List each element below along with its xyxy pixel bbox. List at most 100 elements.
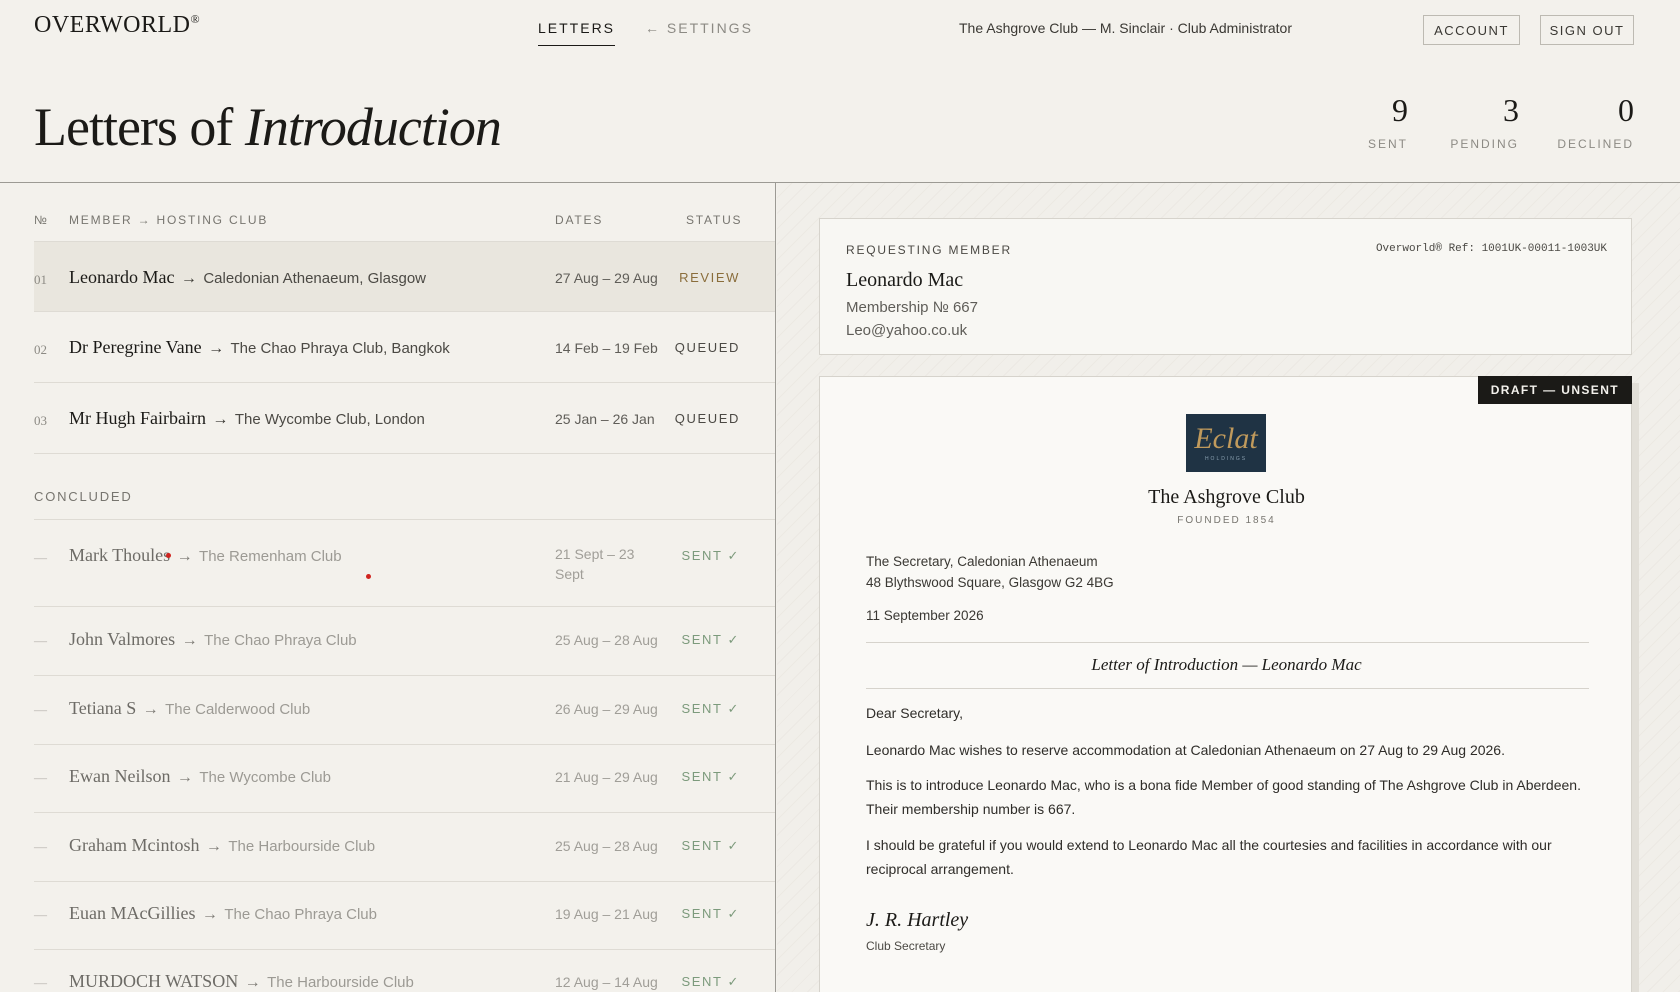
- letter-preview-panel: REQUESTING MEMBER Overworld® Ref: 1001UK…: [777, 183, 1680, 992]
- status-badge: SENT ✓: [681, 906, 740, 921]
- main-nav: LETTERS ← SETTINGS: [538, 20, 753, 46]
- letter-date: 11 September 2026: [866, 608, 984, 623]
- stat-pending-label: PENDING: [1450, 137, 1519, 151]
- draft-badge: DRAFT — UNSENT: [1477, 376, 1632, 404]
- list-item-concluded-5[interactable]: — Graham Mcintosh → The Harbourside Club…: [34, 813, 775, 882]
- letter-paragraph-2: This is to introduce Leonardo Mac, who i…: [866, 777, 1581, 817]
- stat-declined-label: DECLINED: [1557, 137, 1634, 151]
- concluded-heading: CONCLUDED: [34, 489, 133, 504]
- row-number: —: [34, 839, 47, 854]
- row-member: Mark Thoules → The Remenham Club: [69, 545, 342, 566]
- list-item-concluded-3[interactable]: — Tetiana S → The Calderwood Club 26 Aug…: [34, 676, 775, 745]
- letter-salutation: Dear Secretary,: [866, 705, 963, 721]
- stat-sent-label: SENT: [1367, 137, 1408, 151]
- status-badge: SENT ✓: [681, 701, 740, 716]
- stat-declined-value: 0: [1618, 92, 1634, 128]
- hosting-club: The Harbourside Club: [228, 838, 376, 855]
- hosting-club: The Chao Phraya Club: [204, 632, 357, 649]
- list-item-pending-2[interactable]: 02 Dr Peregrine Vane → The Chao Phraya C…: [34, 312, 775, 383]
- row-member: Leonardo Mac → Caledonian Athenaeum, Gla…: [69, 267, 426, 288]
- status-badge: SENT ✓: [681, 632, 740, 647]
- member-name: John Valmores: [69, 629, 176, 649]
- status-badge: SENT ✓: [681, 838, 740, 853]
- row-member: Tetiana S → The Calderwood Club: [69, 698, 310, 719]
- member-name: MURDOCH WATSON: [69, 971, 239, 991]
- letterhead-club-name: The Ashgrove Club: [1148, 486, 1305, 508]
- recipient-address: The Secretary, Caledonian Athenaeum 48 B…: [866, 551, 1114, 593]
- sign-out-button[interactable]: SIGN OUT: [1540, 15, 1634, 45]
- row-dates: 21 Aug – 29 Aug: [555, 769, 658, 785]
- signature-title: Club Secretary: [866, 939, 946, 953]
- row-member: Mr Hugh Fairbairn → The Wycombe Club, Lo…: [69, 408, 425, 429]
- member-email[interactable]: Leo@yahoo.co.uk: [846, 322, 967, 339]
- reference-code: Overworld® Ref: 1001UK-00011-1003UK: [1375, 243, 1607, 255]
- col-header-no: №: [34, 213, 49, 227]
- arrow-icon: →: [240, 974, 266, 991]
- signature: J. R. Hartley: [866, 909, 969, 931]
- stat-pending-value: 3: [1503, 92, 1519, 128]
- arrow-icon: →: [172, 769, 198, 786]
- row-number: 02: [34, 342, 47, 357]
- row-member: Graham Mcintosh → The Harbourside Club: [69, 835, 375, 856]
- member-name: Ewan Neilson: [69, 766, 171, 786]
- brand-logo[interactable]: OVERWORLD®: [34, 12, 200, 39]
- hosting-club: The Harbourside Club: [267, 974, 414, 991]
- list-item-pending-1[interactable]: 01 Leonardo Mac → Caledonian Athenaeum, …: [34, 241, 775, 312]
- cursor-dot: [166, 553, 171, 558]
- letter-document: DRAFT — UNSENT Eclat HOLDINGS The Ashgro…: [819, 376, 1632, 992]
- row-dates: 21 Sept – 23 Sept: [555, 546, 635, 582]
- col-header-status: STATUS: [686, 213, 743, 227]
- arrow-icon: →: [138, 701, 164, 718]
- list-item-concluded-4[interactable]: — Ewan Neilson → The Wycombe Club 21 Aug…: [34, 745, 775, 813]
- stat-declined: 0 DECLINED: [1557, 92, 1634, 151]
- arrow-icon: →: [197, 906, 223, 923]
- member-name: Graham Mcintosh: [69, 835, 200, 855]
- address-line-2: 48 Blythswood Square, Glasgow G2 4BG: [866, 575, 1114, 590]
- arrow-icon: →: [172, 548, 198, 565]
- account-button[interactable]: ACCOUNT: [1423, 15, 1520, 45]
- brand-name: OVERWORLD: [34, 12, 191, 38]
- stat-pending: 3 PENDING: [1450, 92, 1519, 151]
- member-card-label: REQUESTING MEMBER: [846, 243, 1012, 257]
- title-italic: Introduction: [244, 97, 502, 157]
- nav-settings[interactable]: ← SETTINGS: [645, 20, 753, 46]
- row-dates: 26 Aug – 29 Aug: [555, 701, 658, 717]
- cursor-dot: [366, 574, 371, 579]
- list-item-concluded-6[interactable]: — Euan MAcGillies → The Chao Phraya Club…: [34, 882, 775, 950]
- row-member: Euan MAcGillies → The Chao Phraya Club: [69, 903, 377, 924]
- list-item-concluded-2[interactable]: — John Valmores → The Chao Phraya Club 2…: [34, 607, 775, 676]
- list-item-pending-3[interactable]: 03 Mr Hugh Fairbairn → The Wycombe Club,…: [34, 383, 775, 454]
- stat-sent-value: 9: [1392, 92, 1408, 128]
- hosting-club: The Calderwood Club: [165, 701, 311, 718]
- arrow-icon: →: [207, 411, 233, 428]
- nav-letters[interactable]: LETTERS: [538, 20, 616, 46]
- letter-subject: Letter of Introduction — Leonardo Mac: [1091, 655, 1362, 674]
- row-dates: 25 Aug – 28 Aug: [555, 632, 658, 648]
- status-badge: SENT ✓: [681, 769, 740, 784]
- row-number: —: [34, 975, 47, 990]
- row-member: Dr Peregrine Vane → The Chao Phraya Club…: [69, 337, 450, 358]
- row-member: John Valmores → The Chao Phraya Club: [69, 629, 357, 650]
- row-number: —: [34, 907, 47, 922]
- address-line-1: The Secretary, Caledonian Athenaeum: [866, 554, 1098, 569]
- member-name: Leonardo Mac: [69, 267, 175, 287]
- letterhead-founded: FOUNDED 1854: [1177, 515, 1276, 526]
- list-item-concluded-1[interactable]: — Mark Thoules → The Remenham Club 21 Se…: [34, 520, 775, 607]
- status-badge: QUEUED: [674, 411, 740, 426]
- status-badge: QUEUED: [674, 340, 740, 355]
- hosting-club: The Wycombe Club, London: [234, 411, 425, 428]
- member-name: Dr Peregrine Vane: [69, 337, 202, 357]
- row-dates: 25 Aug – 28 Aug: [555, 838, 658, 854]
- requesting-member-card: REQUESTING MEMBER Overworld® Ref: 1001UK…: [819, 218, 1632, 355]
- arrow-icon: →: [201, 838, 227, 855]
- crest-script: Eclat: [1194, 422, 1258, 455]
- list-item-concluded-7[interactable]: — MURDOCH WATSON → The Harbourside Club …: [34, 950, 775, 992]
- hosting-club: The Wycombe Club: [199, 769, 331, 786]
- member-name: Mark Thoules: [69, 545, 171, 565]
- col-header-dates: DATES: [555, 213, 604, 227]
- row-dates: 19 Aug – 21 Aug: [555, 906, 658, 922]
- divider: [866, 688, 1589, 689]
- arrow-icon: →: [176, 270, 202, 287]
- divider: [866, 642, 1589, 643]
- letters-list: № MEMBER → HOSTING CLUB DATES STATUS 01 …: [0, 183, 776, 992]
